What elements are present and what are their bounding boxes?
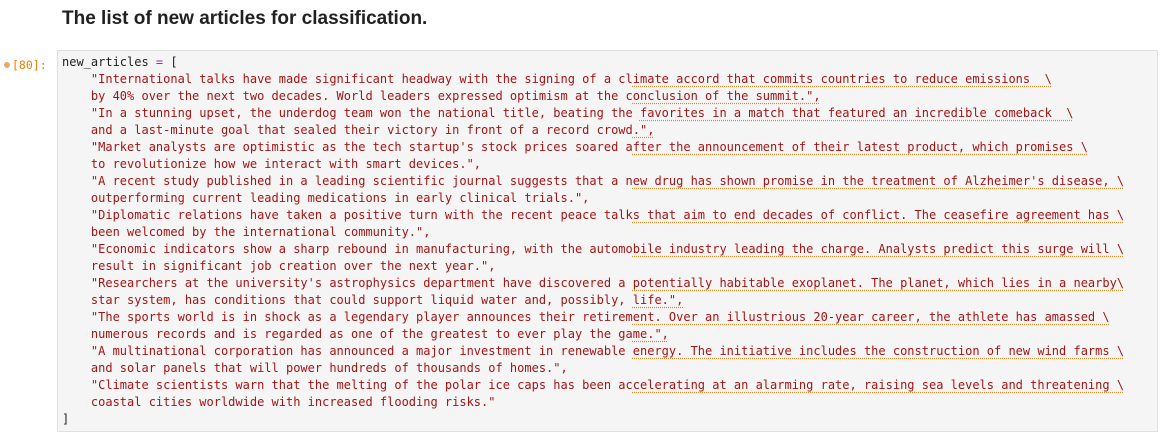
code-token-u: s that aim to end decades of conflict. T… (632, 208, 1125, 222)
code-token-s: "A recent study published in a leading s… (90, 174, 633, 188)
code-token-s: "In a stunning upset, the underdog team … (90, 106, 640, 120)
code-editor[interactable]: new_articles = [ "International talks ha… (57, 50, 1158, 432)
code-token-u: .", (632, 123, 655, 137)
cell-modified-dot-icon (4, 62, 10, 68)
code-line: coastal cities worldwide with increased … (62, 394, 1124, 411)
code-token-a (62, 106, 91, 120)
code-token-u: life.", (632, 293, 684, 307)
code-line: by 40% over the next two decades. World … (62, 88, 1124, 105)
code-line: "The sports world is in shock as a legen… (62, 309, 1124, 326)
code-token-a (62, 208, 91, 222)
code-token-u: me.", (632, 327, 669, 341)
code-token-a (62, 242, 91, 256)
code-line: "Researchers at the university's astroph… (62, 275, 1124, 292)
code-token-s: "A multinational corporation has announc… (90, 344, 633, 358)
code-line: "Market analysts are optimistic as the t… (62, 139, 1124, 156)
code-token-u: energy. The initiative includes the cons… (632, 344, 1125, 358)
code-content: new_articles = [ "International talks ha… (62, 54, 1124, 428)
notebook-page: The list of new articles for classificat… (0, 0, 1172, 442)
code-token-u: onclusion of the summit.", (632, 89, 821, 103)
code-line: "Economic indicators show a sharp reboun… (62, 241, 1124, 258)
code-token-s: "Market analysts are optimistic as the t… (90, 140, 633, 154)
code-cell[interactable]: [80]: new_articles = [ "International ta… (0, 46, 1172, 438)
code-token-s: numerous records and is regarded as one … (90, 327, 633, 341)
code-token-s: to revolutionize how we interact with sm… (90, 157, 482, 171)
code-token-s: and solar panels that will power hundred… (90, 361, 568, 375)
code-token-a (62, 361, 91, 375)
code-line: been welcomed by the international commu… (62, 224, 1124, 241)
execution-count: [80]: (12, 58, 47, 72)
code-token-u: fter the announcement of their latest pr… (632, 140, 1088, 154)
code-token-s: outperforming current leading medication… (90, 191, 590, 205)
code-token-a (62, 378, 91, 392)
code-token-u: favorites in a match that featured an in… (639, 106, 1074, 120)
code-token-a (62, 174, 91, 188)
code-line: numerous records and is regarded as one … (62, 326, 1124, 343)
code-token-a (62, 157, 91, 171)
code-token-a (62, 327, 91, 341)
code-token-u: imate accord that commits countries to r… (632, 72, 1052, 86)
code-token-s: "Climate scientists warn that the meltin… (90, 378, 633, 392)
code-token-a (62, 123, 91, 137)
code-token-a (62, 310, 91, 324)
code-token-s: "Economic indicators show a sharp reboun… (90, 242, 633, 256)
code-token-a (62, 276, 91, 290)
code-line: "A recent study published in a leading s… (62, 173, 1124, 190)
code-token-a (62, 225, 91, 239)
code-token-a: ] (62, 412, 70, 426)
code-token-s: "The sports world is in shock as a legen… (90, 310, 633, 324)
code-line: "In a stunning upset, the underdog team … (62, 105, 1124, 122)
code-token-b: [ (163, 55, 178, 69)
code-token-u: bile industry leading the charge. Analys… (632, 242, 1125, 256)
code-line: "A multinational corporation has announc… (62, 343, 1124, 360)
markdown-heading: The list of new articles for classificat… (62, 8, 428, 29)
code-line: to revolutionize how we interact with sm… (62, 156, 1124, 173)
code-token-a (62, 293, 91, 307)
code-token-s: "Diplomatic relations have taken a posit… (90, 208, 633, 222)
execution-prompt: [80]: (4, 58, 47, 72)
code-token-u: celerating at an alarming rate, raising … (632, 378, 1125, 392)
code-token-a (62, 191, 91, 205)
code-line: outperforming current leading medication… (62, 190, 1124, 207)
code-line: result in significant job creation over … (62, 258, 1124, 275)
code-line: and a last-minute goal that sealed their… (62, 122, 1124, 139)
code-line: "Climate scientists warn that the meltin… (62, 377, 1124, 394)
code-token-a: new_articles (62, 55, 156, 69)
code-token-a (62, 72, 91, 86)
code-token-s: "International talks have made significa… (90, 72, 633, 86)
code-token-s: been welcomed by the international commu… (90, 225, 431, 239)
code-line: star system, has conditions that could s… (62, 292, 1124, 309)
code-token-u: ent. Over an illustrious 20-year career,… (632, 310, 1110, 324)
code-token-a (62, 259, 91, 273)
code-token-a (62, 140, 91, 154)
code-token-a (62, 395, 91, 409)
code-line: new_articles = [ (62, 54, 1124, 71)
code-line: ] (62, 411, 1124, 428)
code-token-s: result in significant job creation over … (90, 259, 496, 273)
code-line: "International talks have made significa… (62, 71, 1124, 88)
code-line: and solar panels that will power hundred… (62, 360, 1124, 377)
code-token-s: star system, has conditions that could s… (90, 293, 633, 307)
code-token-s: coastal cities worldwide with increased … (90, 395, 496, 409)
code-token-s: by 40% over the next two decades. World … (90, 89, 633, 103)
code-token-u: ew drug has shown promise in the treatme… (632, 174, 1125, 188)
code-token-s: and a last-minute goal that sealed their… (90, 123, 633, 137)
code-token-a (62, 89, 91, 103)
code-token-s: "Researchers at the university's astroph… (90, 276, 633, 290)
code-token-u: potentially habitable exoplanet. The pla… (632, 276, 1125, 290)
code-token-a (62, 344, 91, 358)
code-line: "Diplomatic relations have taken a posit… (62, 207, 1124, 224)
